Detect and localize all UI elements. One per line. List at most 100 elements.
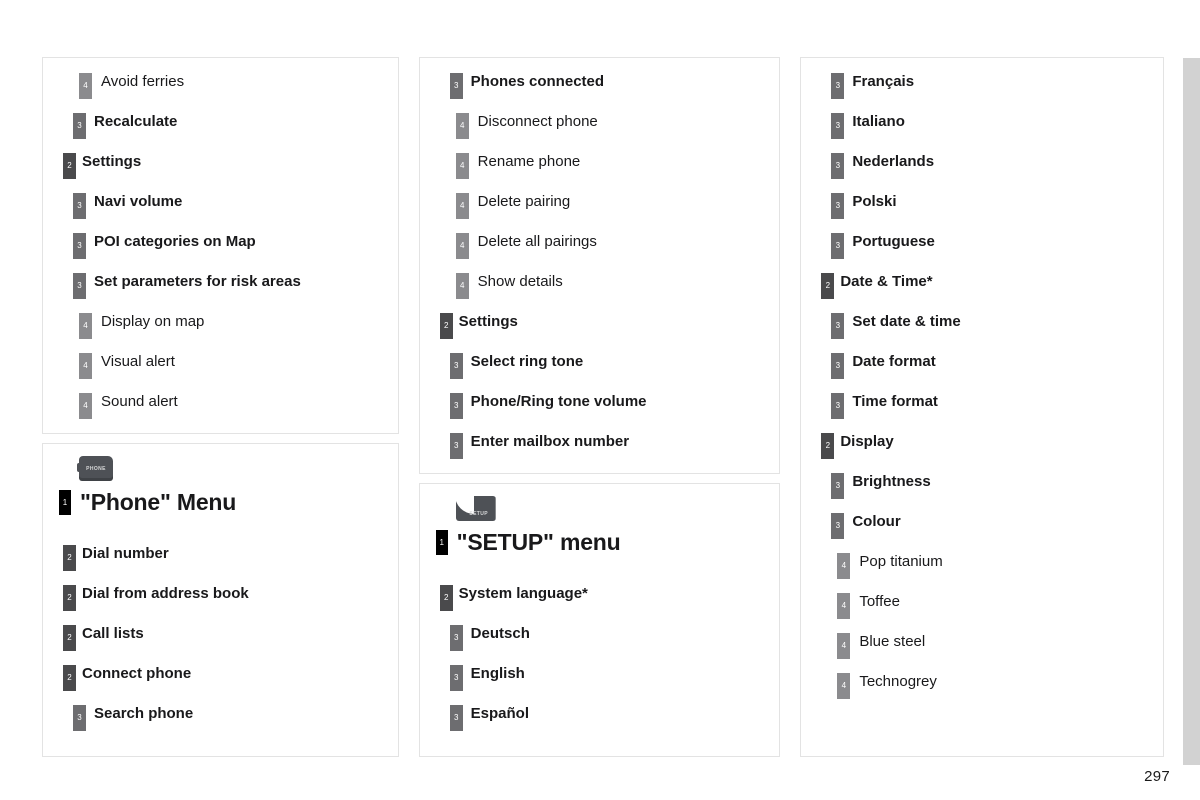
menu-item-row[interactable]: 3 Date format (811, 353, 1153, 379)
menu-item-row[interactable]: 3 Colour (811, 513, 1153, 539)
menu-item-row[interactable]: 4 Display on map (53, 313, 388, 339)
menu-item-row[interactable]: 4 Pop titanium (811, 553, 1153, 579)
menu-item-label: Visual alert (101, 353, 175, 370)
menu-item-row[interactable]: 3 Polski (811, 193, 1153, 219)
menu-item-label: Avoid ferries (101, 73, 185, 90)
menu-item-row[interactable]: 3 Deutsch (430, 625, 770, 651)
menu-item-label: Pop titanium (859, 553, 943, 570)
menu-item-label: Date format (852, 353, 936, 370)
menu-icon-area: PHONE (53, 456, 388, 486)
level-badge: 3 (73, 113, 86, 139)
icon-glyph-label: SETUP (469, 511, 488, 517)
menu-item-row[interactable]: 4 Avoid ferries (53, 73, 388, 99)
menu-item-row[interactable]: 3 Navi volume (53, 193, 388, 219)
nav-settings-panel: 4 Avoid ferries 3 Recalculate 2 Settings 3 Navi… (42, 57, 399, 434)
menu-item-row[interactable]: 3 Español (430, 705, 770, 731)
menu-item-row[interactable]: 3 Set parameters for risk areas (53, 273, 388, 299)
menu-item-label: Settings (82, 153, 142, 170)
menu-item-label: Set date & time (852, 313, 961, 330)
menu-item-row[interactable]: 3 Time format (811, 393, 1153, 419)
level-badge: 4 (455, 193, 469, 219)
menu-item-row[interactable]: 3 Italiano (811, 113, 1153, 139)
menu-item-label: Nederlands (852, 153, 935, 170)
menu-item-row[interactable]: 4 Show details (430, 273, 770, 299)
level-badge: 4 (79, 313, 92, 339)
level-badge: 3 (831, 113, 845, 139)
menu-item-row[interactable]: 2 Settings (53, 153, 388, 179)
menu-item-row[interactable]: 3 Nederlands (811, 153, 1153, 179)
level-badge: 3 (449, 625, 463, 651)
menu-item-row[interactable]: 2 Dial number (53, 545, 388, 571)
menu-item-label: Disconnect phone (477, 113, 598, 130)
menu-item-label: Polski (852, 193, 897, 210)
level-badge: 2 (439, 585, 453, 611)
menu-item-row[interactable]: 3 Français (811, 73, 1153, 99)
menu-item-row[interactable]: 3 Brightness (811, 473, 1153, 499)
phones-connected-panel: 3 Phones connected 4 Disconnect phone 4 Renam… (418, 57, 781, 474)
menu-item-row[interactable]: 2 Call lists (53, 625, 388, 651)
level-badge: 4 (79, 353, 92, 379)
menu-item-row[interactable]: 4 Delete pairing (430, 193, 770, 219)
menu-item-row[interactable]: 3 Recalculate (53, 113, 388, 139)
menu-item-label: Call lists (82, 625, 144, 642)
level-badge: 3 (831, 393, 845, 419)
menu-title-row[interactable]: 1 "SETUP" menu (430, 530, 770, 555)
level-badge: 3 (831, 313, 845, 339)
menu-item-row[interactable]: 4 Technogrey (811, 673, 1153, 699)
menu-item-row[interactable]: 3 Enter mailbox number (430, 433, 770, 459)
setup-menu-panel: SETUP 1 "SETUP" menu 2 System language* 3 Deut… (418, 483, 781, 757)
menu-item-row[interactable]: 4 Visual alert (53, 353, 388, 379)
manual-page: 4 Avoid ferries 3 Recalculate 2 Settings 3 Navi… (0, 0, 1200, 800)
phone-menu-panel: PHONE 1 "Phone" Menu 2 Dial number 2 Dial from… (42, 443, 399, 757)
menu-item-row[interactable]: 3 Portuguese (811, 233, 1153, 259)
level-badge: 3 (449, 433, 463, 459)
menu-item-row[interactable]: 3 Set date & time (811, 313, 1153, 339)
menu-item-row[interactable]: 4 Delete all pairings (430, 233, 770, 259)
level-badge: 2 (821, 273, 835, 299)
menu-item-row[interactable]: 2 Connect phone (53, 665, 388, 691)
menu-item-row[interactable]: 4 Blue steel (811, 633, 1153, 659)
menu-item-label: Deutsch (470, 625, 530, 642)
menu-item-label: Delete pairing (477, 193, 571, 210)
level-badge: 2 (821, 433, 835, 459)
languages-datetime-display-panel: 3 Français 3 Italiano 3 Nederlands 3 Polski 3 Por… (800, 57, 1164, 757)
level-badge: 2 (63, 153, 76, 179)
menu-item-row[interactable]: 4 Disconnect phone (430, 113, 770, 139)
menu-item-label: Rename phone (477, 153, 581, 170)
menu-item-row[interactable]: 4 Toffee (811, 593, 1153, 619)
menu-title-row[interactable]: 1 "Phone" Menu (53, 490, 388, 515)
menu-item-row[interactable]: 3 Search phone (53, 705, 388, 731)
menu-item-label: Search phone (94, 705, 194, 722)
menu-item-row[interactable]: 3 Phones connected (430, 73, 770, 99)
level-badge: 4 (79, 73, 92, 99)
menu-item-row[interactable]: 4 Sound alert (53, 393, 388, 419)
menu-item-row[interactable]: 2 System language* (430, 585, 770, 611)
menu-item-row[interactable]: 2 Date & Time* (811, 273, 1153, 299)
menu-item-row[interactable]: 2 Dial from address book (53, 585, 388, 611)
menu-item-label: Colour (852, 513, 901, 530)
menu-item-label: Technogrey (859, 673, 937, 690)
menu-item-row[interactable]: 4 Rename phone (430, 153, 770, 179)
level-badge: 3 (73, 233, 86, 259)
menu-item-label: POI categories on Map (94, 233, 256, 250)
menu-item-row[interactable]: 3 Phone/Ring tone volume (430, 393, 770, 419)
menu-item-label: "SETUP" menu (456, 529, 621, 555)
menu-item-row[interactable]: 3 Select ring tone (430, 353, 770, 379)
level-badge: 4 (455, 153, 469, 179)
menu-item-label: Display on map (101, 313, 205, 330)
level-badge: 3 (831, 73, 845, 99)
menu-item-row[interactable]: 3 POI categories on Map (53, 233, 388, 259)
menu-item-label: Display (840, 433, 894, 450)
column-middle: 3 Phones connected 4 Disconnect phone 4 Renam… (418, 57, 781, 757)
menu-item-label: System language* (458, 585, 588, 602)
menu-item-row[interactable]: 3 English (430, 665, 770, 691)
menu-item-row[interactable]: 2 Display (811, 433, 1153, 459)
menu-item-row[interactable]: 2 Settings (430, 313, 770, 339)
menu-item-label: Phones connected (470, 73, 605, 90)
menu-item-label: Sound alert (101, 393, 178, 410)
menu-item-label: Set parameters for risk areas (94, 273, 301, 290)
level-badge: 2 (63, 665, 76, 691)
menu-item-label: English (470, 665, 525, 682)
level-badge: 2 (439, 313, 453, 339)
icon-glyph-label: PHONE (86, 465, 106, 472)
